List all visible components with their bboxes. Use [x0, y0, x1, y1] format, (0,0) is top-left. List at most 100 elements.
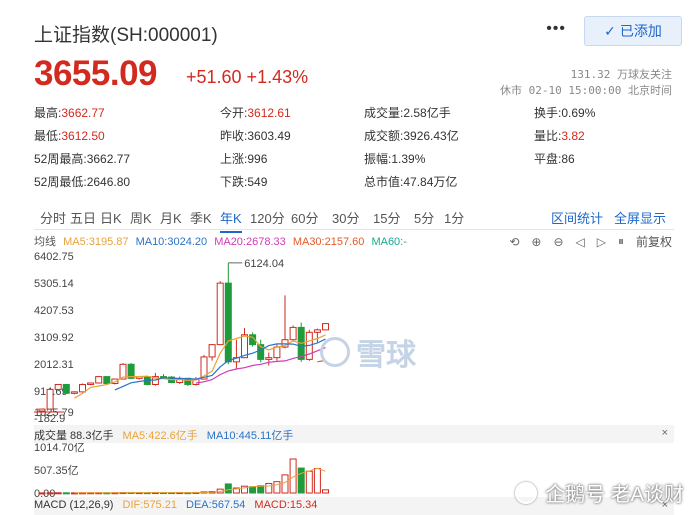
follower-count: 131.32 万球友关注 — [570, 68, 672, 81]
tab-5分[interactable]: 5分 — [414, 208, 434, 227]
stat-value: 47.84万亿 — [403, 175, 458, 189]
stat-item: 最高:3662.77 — [34, 104, 105, 121]
stat-key: 昨收: — [220, 129, 248, 143]
tab-月K[interactable]: 月K — [160, 208, 182, 227]
candle-body — [38, 408, 46, 412]
stat-item: 成交额:3926.43亿 — [364, 127, 459, 144]
scroll-left-icon[interactable]: ◁ — [576, 235, 585, 249]
check-icon: ✓ — [604, 22, 616, 39]
stat-item: 成交量:2.58亿手 — [364, 104, 451, 121]
macd-dif: DIF:575.21 — [122, 499, 177, 511]
tab-日K[interactable]: 日K — [100, 208, 122, 227]
more-icon[interactable]: ••• — [546, 20, 566, 38]
volume-bar — [62, 492, 70, 495]
tab-五日[interactable]: 五日 — [70, 208, 96, 227]
period-tabs: 分时 五日 日K 周K 月K 季K 年K 120分 60分 30分 15分 5分 1分 区间统计 全屏显示 — [34, 204, 674, 233]
candle-body — [103, 376, 111, 384]
volume-bar — [322, 489, 329, 494]
volume-ma5: MA5:422.6亿手 — [122, 430, 198, 442]
volume-bar — [305, 470, 313, 494]
stat-item: 量比:3.82 — [534, 127, 585, 144]
stat-item: 52周最高:3662.77 — [34, 150, 130, 167]
volume-bar — [38, 492, 46, 495]
added-label: 已添加 — [619, 23, 662, 39]
interval-stats-link[interactable]: 区间统计 — [551, 208, 603, 227]
volume-bar — [273, 481, 281, 494]
volume-bar — [46, 492, 54, 495]
candle-body — [70, 391, 78, 394]
ma10-value: MA10:3024.20 — [135, 236, 208, 248]
tab-季K[interactable]: 季K — [190, 208, 212, 227]
stat-item: 52周最低:2646.80 — [34, 173, 130, 190]
tab-120分[interactable]: 120分 — [250, 208, 285, 227]
stat-item: 平盘:86 — [534, 150, 575, 167]
tab-周K[interactable]: 周K — [130, 208, 152, 227]
stat-item: 下跌:549 — [220, 173, 267, 190]
stat-value: 3662.77 — [61, 106, 105, 120]
stat-value: 3612.50 — [61, 129, 105, 143]
price-axis-label: 6402.75 — [34, 251, 74, 263]
macd-label: MACD (12,26,9) — [34, 499, 114, 511]
market-status-time: 休市 02-10 15:00:00 北京时间 — [500, 84, 672, 97]
ma-legend: 均线 MA5:3195.87 MA10:3024.20 MA20:2678.33… — [34, 233, 411, 249]
volume-bar — [281, 474, 289, 494]
candle-body — [62, 383, 70, 394]
tab-1分[interactable]: 1分 — [444, 208, 464, 227]
stat-value: 0.69% — [561, 106, 596, 120]
stat-value: 3662.77 — [86, 152, 131, 166]
volume-bar — [313, 468, 321, 494]
zoom-in-icon[interactable]: ⊕ — [531, 235, 541, 249]
stat-key: 总市值: — [364, 175, 404, 189]
ma20-value: MA20:2678.33 — [214, 236, 286, 248]
xueqiu-watermark: 雪球 — [320, 330, 416, 374]
stat-value: 3.82 — [561, 129, 585, 143]
stat-value: 1.39% — [391, 152, 426, 166]
tab-60分[interactable]: 60分 — [291, 208, 318, 227]
volume-bar — [265, 482, 273, 494]
price-axis-label: 2012.31 — [34, 359, 74, 371]
stat-key: 52周最高: — [34, 152, 87, 166]
xueqiu-logo-icon — [320, 337, 350, 367]
volume-legend: 成交量 88.3亿手 MA5:422.6亿手 MA10:445.11亿手 × — [34, 425, 674, 443]
tab-15分[interactable]: 15分 — [373, 208, 400, 227]
tab-年K[interactable]: 年K — [220, 208, 242, 233]
stat-key: 52周最低: — [34, 175, 87, 189]
stat-item: 昨收:3603.49 — [220, 127, 291, 144]
stat-key: 量比: — [534, 129, 562, 143]
ma-legend-base[interactable]: 均线 — [34, 236, 56, 248]
stat-value: 996 — [247, 152, 268, 166]
close-volume-icon[interactable]: × — [662, 427, 668, 439]
volume-bar — [224, 483, 232, 494]
volume-bar — [249, 486, 257, 494]
volume-bar — [257, 485, 265, 494]
stat-item: 今开:3612.61 — [220, 104, 291, 121]
stat-key: 最低: — [34, 129, 62, 143]
volume-bar — [297, 467, 305, 494]
stat-item: 上涨:996 — [220, 150, 267, 167]
ma30-value: MA30:2157.60 — [292, 236, 365, 248]
pause-icon[interactable]: ⏸ — [618, 234, 624, 249]
scroll-right-icon[interactable]: ▷ — [597, 235, 606, 249]
reset-icon[interactable]: ⟲ — [509, 235, 519, 249]
tab-30分[interactable]: 30分 — [332, 208, 359, 227]
penguin-icon — [515, 481, 538, 504]
candle-body — [216, 282, 224, 346]
candle-body — [46, 388, 54, 410]
added-watchlist-button[interactable]: ✓ 已添加 — [584, 16, 682, 46]
header: 上证指数(SH:000001) ••• ✓ 已添加 — [34, 14, 684, 50]
price-change: +51.60 +1.43% — [186, 67, 309, 87]
volume-label: 成交量 88.3亿手 — [34, 430, 114, 442]
fullscreen-link[interactable]: 全屏显示 — [614, 208, 666, 227]
stat-value: 2646.80 — [86, 175, 131, 189]
candle-body — [289, 326, 297, 341]
stat-key: 今开: — [220, 106, 248, 120]
stat-value: 549 — [247, 175, 268, 189]
candle-body — [265, 357, 273, 360]
stat-item: 总市值:47.84万亿 — [364, 173, 457, 190]
tab-分时[interactable]: 分时 — [40, 208, 66, 227]
candle-body — [273, 346, 281, 359]
fuquan-selector[interactable]: 前复权 — [636, 233, 672, 250]
zoom-out-icon[interactable]: ⊖ — [553, 235, 563, 249]
chart-toolbox: ⟲ ⊕ ⊖ ◁ ▷ ⏸ 前复权 — [509, 233, 672, 250]
stat-value: 3603.49 — [247, 129, 291, 143]
